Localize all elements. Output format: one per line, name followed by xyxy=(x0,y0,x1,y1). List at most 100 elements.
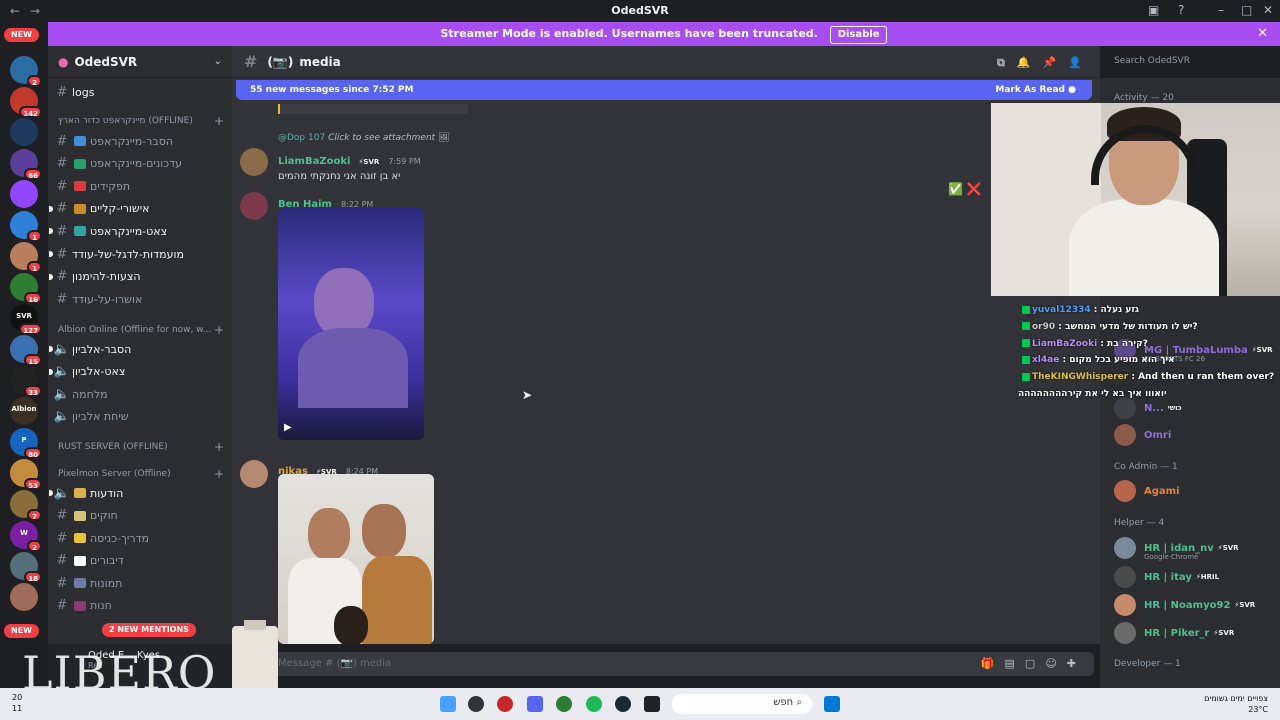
channel-item[interactable]: # חוקים xyxy=(52,506,228,526)
server-icon[interactable]: 1 xyxy=(10,242,42,273)
taskbar-search[interactable]: חפש ⌕ xyxy=(672,694,812,714)
channel-item[interactable]: 🔈 מלחמה xyxy=(52,384,228,404)
bell-icon[interactable]: 🔔 xyxy=(1017,56,1043,69)
widgets-icon[interactable] xyxy=(440,696,456,712)
channel-item[interactable]: # עדכונים-מיינקראפט xyxy=(52,154,228,174)
add-channel-icon[interactable]: + xyxy=(214,469,224,479)
check-icon[interactable]: ✅ xyxy=(948,182,963,196)
member-item[interactable]: Omri xyxy=(1114,422,1171,448)
member-item[interactable]: HR | Piker_r ⚡SVR xyxy=(1114,620,1234,646)
disable-streamer-button[interactable]: Disable xyxy=(829,26,888,44)
server-icon[interactable]: P 80 xyxy=(10,428,42,459)
server-icon[interactable]: SVR 127 xyxy=(10,304,42,335)
play-icon[interactable]: ▶ xyxy=(284,422,292,433)
new-messages-bar[interactable]: 55 new messages since 7:52 PM Mark As Re… xyxy=(236,80,1092,100)
avatar[interactable] xyxy=(240,460,268,488)
server-header[interactable]: ● OdedSVR ⌄ xyxy=(48,46,232,78)
add-channel-icon[interactable]: + xyxy=(214,442,224,452)
channel-item[interactable]: # אישורי-קליים xyxy=(49,199,228,219)
member-item[interactable]: HR | idan_nv ⚡SVR Google Chrome xyxy=(1114,535,1239,561)
new-mentions-pill[interactable]: 2 NEW MENTIONS xyxy=(102,623,196,637)
server-icon[interactable]: 33 xyxy=(10,366,42,397)
app-icon[interactable] xyxy=(468,696,484,712)
server-icon[interactable]: 7 xyxy=(10,490,42,521)
emoji-icon[interactable]: ☺ xyxy=(1045,657,1066,670)
new-top-pill[interactable]: NEW xyxy=(4,28,39,42)
help-icon[interactable]: ? xyxy=(1178,3,1184,17)
channel-item[interactable]: # מדריך-כניסה xyxy=(52,528,228,548)
server-icon[interactable] xyxy=(10,583,38,611)
search-input[interactable]: Search OdedSVR xyxy=(1108,52,1274,72)
members-icon[interactable]: 👤 xyxy=(1068,56,1094,69)
category-minecraft[interactable]: מיינקראפט כדור הארץ (OFFLINE) + xyxy=(58,116,224,126)
server-icon[interactable] xyxy=(10,118,38,146)
server-icon[interactable]: 2 xyxy=(10,56,42,87)
server-icon[interactable]: 66 xyxy=(10,149,42,180)
sticker-icon[interactable]: ▢ xyxy=(1025,657,1045,670)
server-icon[interactable]: W2 xyxy=(10,521,42,552)
reaction-buttons[interactable]: ✅ ❌ xyxy=(948,182,982,196)
discord-icon[interactable] xyxy=(527,696,543,712)
threads-icon[interactable]: ⧉ xyxy=(997,56,1017,69)
channel-item[interactable]: 🔈 הודעות xyxy=(49,483,228,503)
message-username[interactable]: LiamBaZooki xyxy=(278,156,350,167)
avatar[interactable] xyxy=(240,148,268,176)
cross-icon[interactable]: ❌ xyxy=(967,182,982,196)
server-icon[interactable]: 18 xyxy=(10,552,42,583)
reply-user[interactable]: @Dop 107 xyxy=(278,133,325,143)
server-icon[interactable] xyxy=(10,180,38,208)
message-input[interactable]: Message # (📷) media 🎁▤▢☺✚ xyxy=(270,652,1094,676)
channel-item[interactable]: # תמונות xyxy=(52,573,228,593)
reply-preview[interactable]: @Dop 107 Click to see attachment 🖼 xyxy=(278,133,450,143)
pin-icon[interactable]: 📌 xyxy=(1043,56,1069,69)
spotify-icon[interactable] xyxy=(586,696,602,712)
screen-icon[interactable]: ▣ xyxy=(1148,3,1159,17)
server-icon[interactable]: 15 xyxy=(10,335,42,366)
image-attachment[interactable] xyxy=(278,474,434,644)
channel-logs[interactable]: # logs xyxy=(52,82,228,102)
steam-icon[interactable] xyxy=(615,696,631,712)
add-channel-icon[interactable]: + xyxy=(214,325,224,335)
server-icon[interactable]: 16 xyxy=(10,273,42,304)
channel-item[interactable]: # חנות xyxy=(52,596,228,616)
input-tools[interactable]: 🎁▤▢☺✚ xyxy=(981,652,1086,676)
weather-widget[interactable]: צפויים ימים גשומים 23°C xyxy=(1204,693,1268,715)
channel-item[interactable]: # אושרו-על-עודד xyxy=(52,289,228,309)
video-attachment[interactable]: ▶ xyxy=(278,208,424,440)
apps-icon[interactable]: ✚ xyxy=(1067,657,1086,670)
member-item[interactable]: Agami xyxy=(1114,478,1180,504)
category-pixelmon[interactable]: Pixelmon Server (Offline) + xyxy=(58,469,224,479)
server-icon[interactable]: 53 xyxy=(10,459,42,490)
channel-item[interactable]: 🔈 הסבר-אלביון xyxy=(49,339,228,359)
member-item[interactable]: HR | itay ⚡HRIL xyxy=(1114,564,1219,590)
app-icon[interactable] xyxy=(644,696,660,712)
channel-item[interactable]: # צאט-מיינקראפט xyxy=(49,221,228,241)
channel-item[interactable]: # הצעות-להימנון xyxy=(49,267,228,287)
category-rust[interactable]: RUST SERVER (OFFLINE) + xyxy=(58,442,224,452)
header-tools[interactable]: ⧉🔔📌👤 xyxy=(997,56,1094,70)
server-icon[interactable]: Albion xyxy=(10,397,38,425)
avatar[interactable] xyxy=(240,192,268,220)
maximize-icon[interactable]: □ xyxy=(1241,3,1252,17)
add-channel-icon[interactable]: + xyxy=(214,116,224,126)
channel-item[interactable]: 🔈 צאט-אלביון xyxy=(49,362,228,382)
gif-icon[interactable]: ▤ xyxy=(1005,657,1025,670)
channel-item[interactable]: 🔈 שיחת אלביון xyxy=(52,407,228,427)
close-window-icon[interactable]: ✕ xyxy=(1263,3,1273,17)
app-icon[interactable] xyxy=(497,696,513,712)
gift-icon[interactable]: 🎁 xyxy=(981,657,1005,670)
channel-item[interactable]: # דיבורים xyxy=(52,551,228,571)
mark-as-read-button[interactable]: Mark As Read ● xyxy=(995,80,1076,100)
chrome-icon[interactable] xyxy=(556,696,572,712)
category-albion[interactable]: Albion Online (Offline for now, w... + xyxy=(58,325,224,335)
new-bottom-pill[interactable]: NEW xyxy=(4,624,39,638)
channel-item[interactable]: # תפקידים xyxy=(52,176,228,196)
server-icon[interactable]: 142 xyxy=(10,87,42,118)
channel-item[interactable]: # הסבר-מיינקראפט xyxy=(52,131,228,151)
windows-start-icon[interactable] xyxy=(824,696,840,712)
member-item[interactable]: HR | Noamyo92 ⚡SVR xyxy=(1114,592,1255,618)
minimize-icon[interactable]: – xyxy=(1218,3,1224,17)
close-banner-icon[interactable]: ✕ xyxy=(1257,22,1268,46)
server-icon[interactable]: 1 xyxy=(10,211,42,242)
channel-item[interactable]: # מועמדות-לדגל-של-עודד xyxy=(49,244,228,264)
